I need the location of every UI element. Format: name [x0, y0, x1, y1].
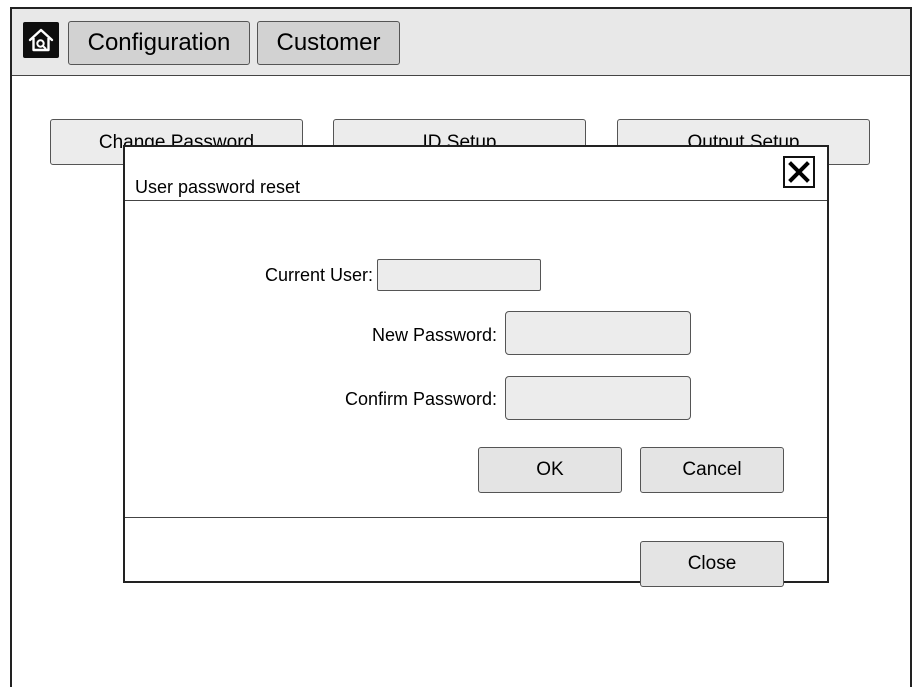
home-icon [28, 28, 54, 52]
dialog-header-divider [125, 200, 827, 201]
current-user-field[interactable] [377, 259, 541, 291]
dialog-footer-divider [125, 517, 827, 518]
cancel-button[interactable]: Cancel [640, 447, 784, 493]
confirm-password-field[interactable] [505, 376, 691, 420]
close-icon [788, 161, 810, 183]
new-password-field[interactable] [505, 311, 691, 355]
confirm-password-label: Confirm Password: [344, 389, 497, 409]
password-reset-dialog: User password reset Current User: New Pa… [123, 145, 829, 587]
tab-configuration[interactable]: Configuration [68, 21, 250, 65]
home-button[interactable] [23, 22, 59, 58]
new-password-label: New Password: [371, 325, 497, 345]
close-button[interactable]: Close [640, 541, 784, 587]
top-navigation-bar: Configuration Customer [12, 9, 910, 76]
dialog-close-x-button[interactable] [783, 156, 815, 188]
app-screen: Configuration Customer Change Password I… [10, 7, 912, 687]
current-user-label: Current User: [264, 265, 373, 285]
dialog-title: User password reset [135, 177, 301, 197]
tab-customer[interactable]: Customer [257, 21, 400, 65]
ok-button[interactable]: OK [478, 447, 622, 493]
